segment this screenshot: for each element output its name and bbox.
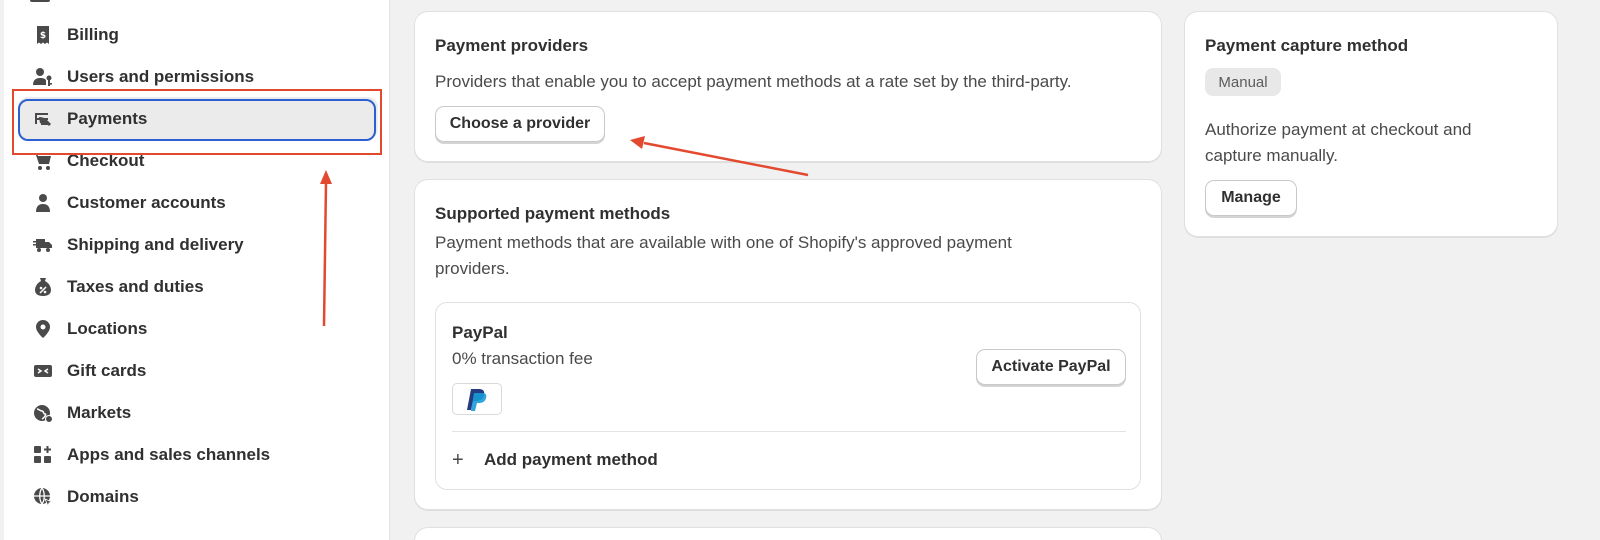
sidebar-item-customer-accounts[interactable]: Customer accounts [18, 181, 378, 223]
sidebar-item-label: Apps and sales channels [67, 445, 271, 464]
sidebar-item-label: Shipping and delivery [67, 235, 244, 254]
sidebar-item-label: Locations [67, 319, 148, 338]
paypal-method-card: PayPal 0% transaction fee Activate PayPa… [435, 302, 1141, 490]
choose-provider-button[interactable]: Choose a provider [435, 106, 605, 142]
add-payment-method-button[interactable]: + Add payment method [452, 449, 658, 471]
sidebar-item-label: Domains [67, 487, 139, 506]
sidebar-item-label: Taxes and duties [67, 277, 204, 296]
divider [452, 431, 1126, 432]
capture-status-badge: Manual [1205, 68, 1281, 96]
sidebar-item-label: Checkout [67, 151, 145, 170]
payments-icon [32, 108, 54, 130]
sidebar-item-label: Users and permissions [67, 67, 255, 86]
billing-icon: $ [32, 24, 54, 46]
plus-icon: + [452, 448, 464, 471]
person-icon [32, 192, 54, 214]
sidebar-item-users-and-permissions[interactable]: Users and permissions [18, 55, 378, 97]
supported-payment-methods-title: Supported payment methods [435, 204, 671, 223]
svg-text:$: $ [40, 31, 46, 41]
payment-capture-method-card: Payment capture method Manual Authorize … [1184, 11, 1558, 237]
apps-icon [32, 444, 54, 466]
cart-icon [32, 150, 54, 172]
users-icon [32, 66, 54, 88]
manage-button[interactable]: Manage [1205, 180, 1297, 216]
supported-payment-methods-description-line1: Payment methods that are available with … [435, 233, 1012, 252]
paypal-logo-icon [452, 383, 502, 415]
sidebar-item-label: Billing [67, 25, 119, 44]
activate-paypal-button[interactable]: Activate PayPal [976, 349, 1126, 385]
paypal-name: PayPal [452, 323, 508, 342]
sidebar-item-gift-cards[interactable]: Gift cards [18, 349, 378, 391]
capture-description-line1: Authorize payment at checkout and [1205, 120, 1472, 139]
supported-payment-methods-card: Supported payment methods Payment method… [414, 179, 1162, 510]
sidebar-item-label: Gift cards [67, 361, 147, 380]
supported-payment-methods-description-line2: providers. [435, 259, 510, 278]
domain-globe-icon [32, 486, 54, 508]
sidebar-item-label: Customer accounts [67, 193, 226, 212]
payment-providers-description: Providers that enable you to accept paym… [435, 72, 1072, 91]
settings-sidebar: $ Billing Users and permissions Payments… [4, 0, 390, 540]
sidebar-item-locations[interactable]: Locations [18, 307, 378, 349]
capture-description-line2: capture manually. [1205, 146, 1338, 165]
sidebar-item-checkout[interactable]: Checkout [18, 139, 378, 181]
sidebar-item-domains[interactable]: Domains [18, 475, 378, 517]
partial-nav-icon [30, 0, 50, 2]
add-payment-method-label: Add payment method [484, 450, 658, 469]
sidebar-item-label: Payments [67, 109, 148, 128]
globe-icon [32, 402, 54, 424]
payment-capture-title: Payment capture method [1205, 36, 1409, 55]
sidebar-item-billing[interactable]: $ Billing [18, 13, 378, 55]
truck-icon [32, 234, 54, 256]
gift-card-icon [32, 360, 54, 382]
sidebar-item-label: Markets [67, 403, 132, 422]
paypal-fee: 0% transaction fee [452, 349, 593, 368]
sidebar-item-shipping-and-delivery[interactable]: Shipping and delivery [18, 223, 378, 265]
sidebar-item-markets[interactable]: Markets [18, 391, 378, 433]
sidebar-item-apps-and-sales-channels[interactable]: Apps and sales channels [18, 433, 378, 475]
next-card-partial [414, 527, 1162, 540]
sidebar-item-taxes-and-duties[interactable]: Taxes and duties [18, 265, 378, 307]
sidebar-item-payments[interactable]: Payments [18, 97, 378, 139]
payment-providers-card: Payment providers Providers that enable … [414, 11, 1162, 162]
location-pin-icon [32, 318, 54, 340]
tax-icon [32, 276, 54, 298]
payment-providers-title: Payment providers [435, 36, 589, 55]
